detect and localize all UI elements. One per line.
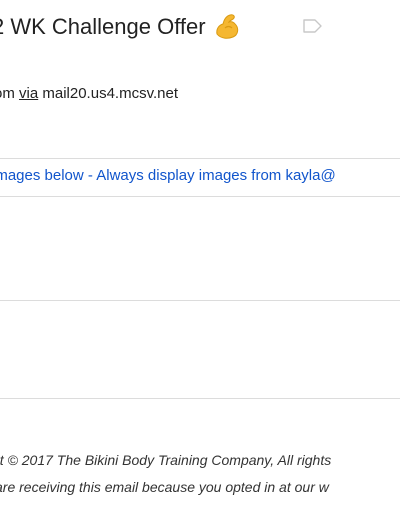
divider — [0, 398, 400, 399]
via-link[interactable]: via — [19, 85, 38, 102]
always-display-images-link[interactable]: Always display images from kayla@ — [96, 167, 335, 184]
display-images-link[interactable]: images below — [0, 167, 84, 184]
sender-domain: mail20.us4.mcsv.net — [42, 85, 178, 102]
footer-notice: are receiving this email because you opt… — [0, 479, 329, 495]
sender-prefix: om — [0, 85, 15, 102]
subject-text: 2 WK Challenge Offer — [0, 14, 206, 39]
footer-copyright: ht © 2017 The Bikini Body Training Compa… — [0, 452, 332, 468]
images-notice-bar: images below - Always display images fro… — [0, 166, 336, 186]
flexed-biceps-icon — [212, 12, 242, 42]
divider — [0, 196, 400, 197]
divider — [0, 300, 400, 301]
sender-info: om via mail20.us4.mcsv.net — [0, 84, 178, 104]
images-notice-separator: - — [83, 167, 97, 184]
label-tag-icon[interactable] — [302, 18, 324, 34]
email-subject: 2 WK Challenge Offer — [0, 12, 242, 42]
divider — [0, 158, 400, 159]
